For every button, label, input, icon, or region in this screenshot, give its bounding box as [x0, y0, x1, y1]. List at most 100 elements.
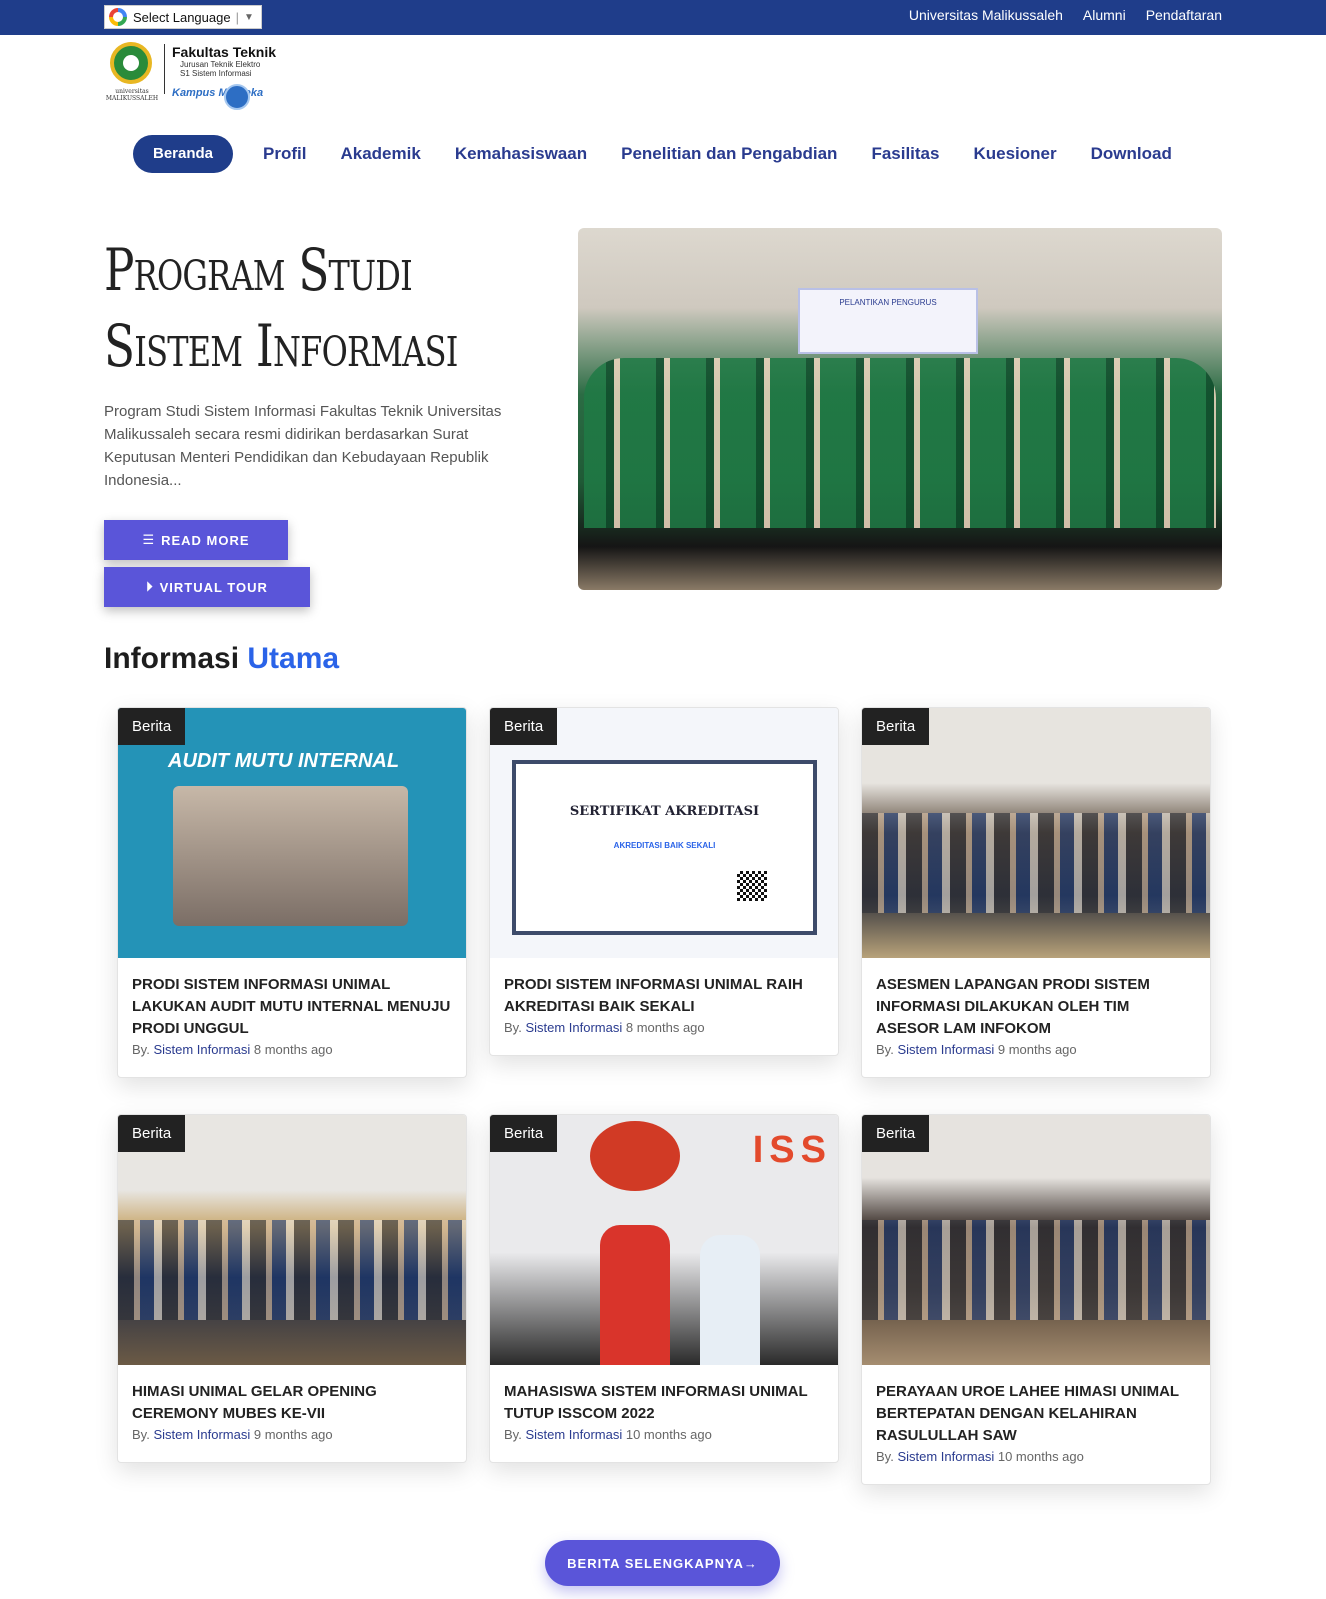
logo-subtitle: Jurusan Teknik Elektro S1 Sistem Informa…	[180, 60, 260, 78]
more-news-button[interactable]: BERITA SELENGKAPNYA→	[545, 1540, 780, 1586]
card-meta: By. Sistem Informasi 10 months ago	[876, 1449, 1196, 1464]
card-image-person	[600, 1225, 670, 1365]
top-bar: Select Language | ▼ Universitas Malikuss…	[0, 0, 1326, 35]
logo-program: S1 Sistem Informasi	[180, 69, 252, 78]
card-author[interactable]: Sistem Informasi	[153, 1042, 250, 1057]
nav-item-profil[interactable]: Profil	[263, 135, 306, 173]
news-card[interactable]: Berita PERAYAAN UROE LAHEE HIMASI UNIMAL…	[861, 1114, 1211, 1485]
news-card[interactable]: Berita HIMASI UNIMAL GELAR OPENING CEREM…	[117, 1114, 467, 1463]
card-category-tag[interactable]: Berita	[862, 1115, 930, 1152]
nav-item-penelitian[interactable]: Penelitian dan Pengabdian	[621, 135, 837, 173]
hero-photo-caption: PELANTIKAN PENGURUS	[839, 298, 937, 307]
card-by: By.	[504, 1020, 526, 1035]
card-image-crowd	[862, 813, 1210, 913]
hero-description: Program Studi Sistem Informasi Fakultas …	[104, 403, 502, 489]
nav-item-kuesioner[interactable]: Kuesioner	[973, 135, 1056, 173]
card-body: PRODI SISTEM INFORMASI UNIMAL RAIH AKRED…	[490, 958, 838, 1055]
chevron-down-icon: ▼	[243, 11, 254, 23]
card-time: 9 months ago	[994, 1042, 1077, 1057]
news-card[interactable]: Berita ASESMEN LAPANGAN PRODI SISTEM INF…	[861, 707, 1211, 1078]
card-time: 9 months ago	[250, 1427, 333, 1442]
card-time: 10 months ago	[994, 1449, 1084, 1464]
card-body: PRODI SISTEM INFORMASI UNIMAL LAKUKAN AU…	[118, 958, 466, 1077]
top-link-alumni[interactable]: Alumni	[1083, 7, 1126, 23]
card-by: By.	[132, 1427, 154, 1442]
card-by: By.	[876, 1042, 898, 1057]
list-icon: ☰	[142, 532, 156, 547]
card-body: HIMASI UNIMAL GELAR OPENING CEREMONY MUB…	[118, 1365, 466, 1462]
hero-photo: PELANTIKAN PENGURUS	[578, 228, 1222, 590]
card-category-tag[interactable]: Berita	[490, 1115, 558, 1152]
card-title[interactable]: ASESMEN LAPANGAN PRODI SISTEM INFORMASI …	[876, 974, 1196, 1040]
news-card-image[interactable]: Berita	[118, 1115, 466, 1365]
card-meta: By. Sistem Informasi 8 months ago	[132, 1042, 452, 1057]
news-card[interactable]: SERTIFIKAT AKREDITASI AKREDITASI BAIK SE…	[489, 707, 839, 1056]
virtual-tour-label: VIRTUAL TOUR	[159, 579, 268, 595]
card-title[interactable]: PERAYAAN UROE LAHEE HIMASI UNIMAL BERTEP…	[876, 1381, 1196, 1447]
card-author[interactable]: Sistem Informasi	[897, 1449, 994, 1464]
hero-photo-screen: PELANTIKAN PENGURUS	[798, 288, 978, 354]
card-image-crowd	[862, 1220, 1210, 1320]
nav-item-download[interactable]: Download	[1091, 135, 1172, 173]
certificate-subtitle: AKREDITASI BAIK SEKALI	[613, 841, 716, 850]
hero-title-line2: Sistem Informasi	[104, 312, 458, 380]
iss-banner-text: ISS	[752, 1129, 832, 1171]
hero-photo-crowd	[584, 358, 1216, 528]
virtual-tour-button[interactable]: ⏵ VIRTUAL TOUR	[104, 567, 310, 607]
card-category-tag[interactable]: Berita	[490, 708, 558, 745]
language-separator: |	[235, 9, 239, 25]
language-select[interactable]: Select Language | ▼	[104, 5, 262, 29]
ant-mascot-icon	[590, 1121, 680, 1191]
play-circle-icon: ⏵	[146, 579, 154, 594]
card-author[interactable]: Sistem Informasi	[525, 1020, 622, 1035]
card-meta: By. Sistem Informasi 8 months ago	[504, 1020, 824, 1035]
card-by: By.	[876, 1449, 898, 1464]
card-title[interactable]: PRODI SISTEM INFORMASI UNIMAL RAIH AKRED…	[504, 974, 824, 1018]
university-emblem-icon	[110, 42, 152, 84]
read-more-label: READ MORE	[161, 532, 250, 548]
section-title-accent: Utama	[247, 642, 340, 675]
news-card[interactable]: AUDIT MUTU INTERNAL Berita PRODI SISTEM …	[117, 707, 467, 1078]
card-meta: By. Sistem Informasi 10 months ago	[504, 1427, 824, 1442]
news-card-image[interactable]: Berita	[862, 1115, 1210, 1365]
top-links: Universitas Malikussaleh Alumni Pendafta…	[909, 7, 1222, 23]
card-title[interactable]: PRODI SISTEM INFORMASI UNIMAL LAKUKAN AU…	[132, 974, 452, 1040]
news-card-image[interactable]: SERTIFIKAT AKREDITASI AKREDITASI BAIK SE…	[490, 708, 838, 958]
nav-item-fasilitas[interactable]: Fasilitas	[871, 135, 939, 173]
qr-code-icon	[737, 871, 767, 901]
top-link-universitas[interactable]: Universitas Malikussaleh	[909, 7, 1063, 23]
hero-title: Program Studi Sistem Informasi	[104, 232, 458, 384]
news-card-image[interactable]: ISS Berita	[490, 1115, 838, 1365]
card-author[interactable]: Sistem Informasi	[525, 1427, 622, 1442]
card-image-crowd	[118, 1220, 466, 1320]
tut-wuri-badge-icon	[224, 84, 250, 110]
card-category-tag[interactable]: Berita	[862, 708, 930, 745]
card-body: MAHASISWA SISTEM INFORMASI UNIMAL TUTUP …	[490, 1365, 838, 1462]
card-time: 10 months ago	[622, 1427, 712, 1442]
nav-item-beranda[interactable]: Beranda	[133, 135, 234, 173]
hero-title-line1: Program Studi	[104, 236, 413, 304]
card-by: By.	[504, 1427, 526, 1442]
card-category-tag[interactable]: Berita	[118, 708, 186, 745]
card-title[interactable]: MAHASISWA SISTEM INFORMASI UNIMAL TUTUP …	[504, 1381, 824, 1425]
read-more-button[interactable]: ☰ READ MORE	[104, 520, 288, 560]
card-image-person	[700, 1235, 760, 1365]
site-logo[interactable]: universitas MALIKUSSALEH Fakultas Teknik…	[104, 38, 284, 114]
news-card-image[interactable]: Berita	[862, 708, 1210, 958]
logo-divider	[164, 44, 165, 94]
news-card-image[interactable]: AUDIT MUTU INTERNAL Berita	[118, 708, 466, 958]
card-title[interactable]: HIMASI UNIMAL GELAR OPENING CEREMONY MUB…	[132, 1381, 452, 1425]
nav-item-kemahasiswaan[interactable]: Kemahasiswaan	[455, 135, 587, 173]
card-author[interactable]: Sistem Informasi	[153, 1427, 250, 1442]
nav-item-akademik[interactable]: Akademik	[340, 135, 420, 173]
card-time: 8 months ago	[250, 1042, 333, 1057]
card-author[interactable]: Sistem Informasi	[897, 1042, 994, 1057]
google-icon	[109, 8, 127, 26]
top-link-pendaftaran[interactable]: Pendaftaran	[1146, 7, 1222, 23]
logo-faculty: Fakultas Teknik	[172, 44, 277, 60]
card-image-photo	[173, 786, 408, 926]
news-card[interactable]: ISS Berita MAHASISWA SISTEM INFORMASI UN…	[489, 1114, 839, 1463]
language-select-label: Select Language	[133, 9, 231, 25]
card-category-tag[interactable]: Berita	[118, 1115, 186, 1152]
section-title: Informasi Utama	[104, 642, 339, 676]
